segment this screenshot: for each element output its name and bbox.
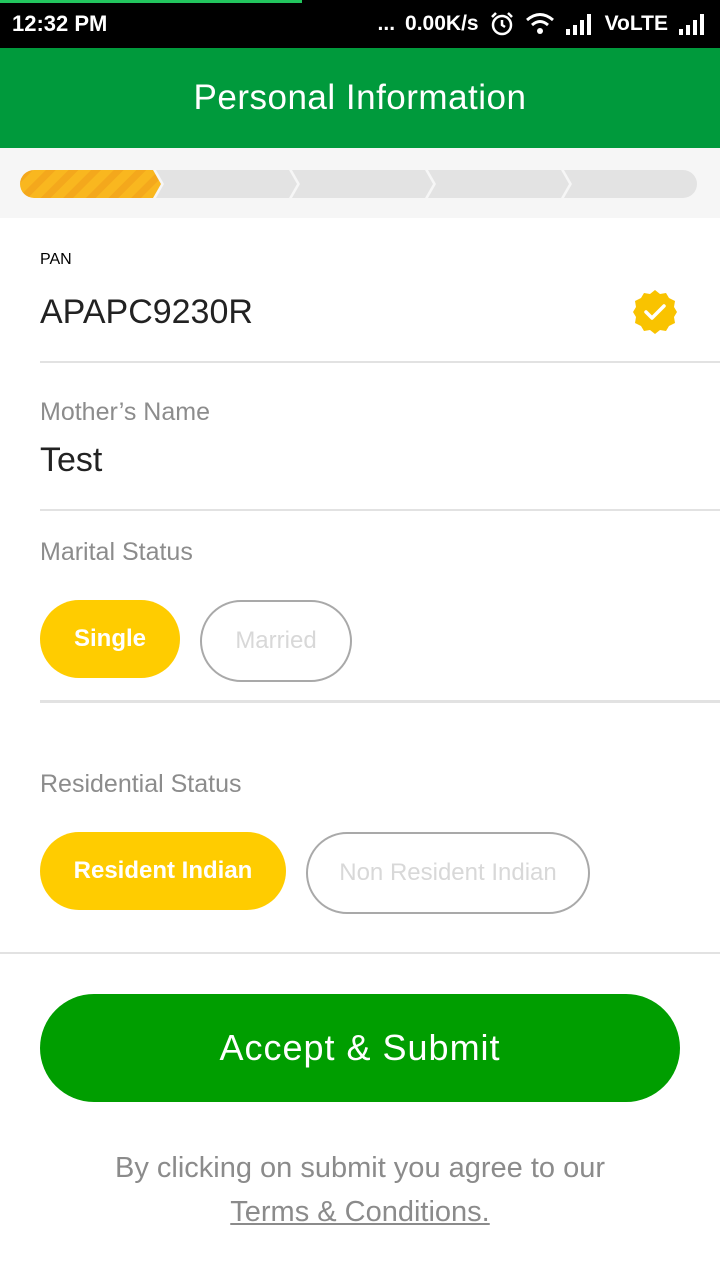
volte-label: VoLTE: [604, 12, 668, 35]
divider: [40, 361, 720, 363]
progress-step-pending: [428, 170, 569, 198]
disclaimer-text: By clicking on submit you agree to our: [114, 1152, 606, 1184]
divider: [40, 700, 720, 703]
signal-icon: [565, 13, 595, 35]
mothers-name-label: Mother’s Name: [40, 398, 210, 426]
marital-status-label: Marital Status: [40, 538, 193, 566]
non-resident-indian-option-button[interactable]: Non Resident Indian: [306, 832, 590, 914]
progress-stepper: [0, 148, 720, 218]
pan-label: PAN: [40, 251, 72, 268]
terms-disclaimer: By clicking on submit you agree to our T…: [0, 1146, 720, 1234]
progress-step-pending: [292, 170, 433, 198]
single-option-button[interactable]: Single: [40, 600, 180, 678]
status-dots: ...: [377, 12, 396, 35]
terms-conditions-link[interactable]: Terms & Conditions.: [230, 1196, 490, 1228]
divider: [40, 509, 720, 511]
signal-icon-2: [678, 13, 708, 35]
page-title: Personal Information: [193, 78, 527, 117]
status-time: 12:32 PM: [12, 11, 108, 36]
mothers-name-value[interactable]: Test: [40, 441, 102, 480]
progress-step-pending: [156, 170, 297, 198]
progress-step-complete: [20, 170, 161, 198]
accept-submit-button[interactable]: Accept & Submit: [40, 994, 680, 1102]
status-icons: ... 0.00K/s VoLTE: [378, 10, 708, 38]
page-load-indicator: [0, 0, 302, 3]
resident-indian-option-button[interactable]: Resident Indian: [40, 832, 286, 910]
pan-value[interactable]: APAPC9230R: [40, 293, 253, 332]
network-speed: 0.00K/s: [405, 12, 479, 35]
married-option-button[interactable]: Married: [200, 600, 352, 682]
residential-status-label: Residential Status: [40, 770, 242, 798]
status-bar: 12:32 PM ... 0.00K/s VoLTE: [0, 0, 720, 48]
progress-stepper-graphic: [20, 170, 697, 198]
divider: [0, 952, 720, 954]
wifi-icon: [525, 12, 555, 36]
alarm-icon: [489, 11, 515, 37]
progress-step-pending: [564, 170, 697, 198]
verified-check-icon: [632, 289, 678, 340]
app-bar: Personal Information: [0, 48, 720, 148]
